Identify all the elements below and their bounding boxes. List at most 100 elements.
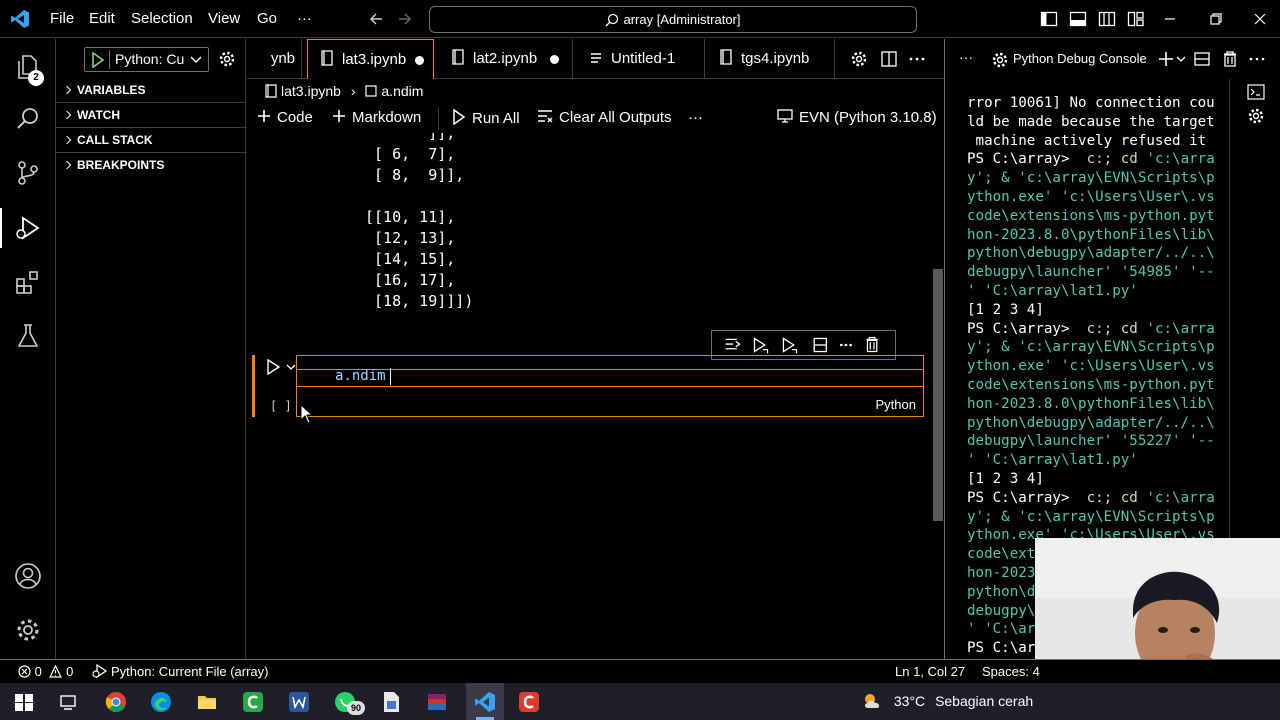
execute-above-icon[interactable] [725,338,741,350]
tab-tgs4[interactable]: tgs4.ipynb [707,39,835,79]
editor-scrollbar[interactable] [933,269,943,521]
windows-start-icon[interactable] [13,691,35,713]
customize-layout-icon[interactable] [1127,10,1145,28]
weather-widget[interactable]: 33°C Sebagian cerah [862,692,1033,710]
new-terminal-icon[interactable] [1158,51,1174,67]
section-watch[interactable]: WATCH [56,103,246,128]
document-app-icon[interactable] [380,691,402,713]
kernel-label: EVN (Python 3.10.8) [799,109,937,126]
more-cell-actions-icon[interactable] [839,343,852,347]
gear-icon[interactable] [850,50,868,68]
gear-icon[interactable] [218,50,236,68]
add-markdown-cell-button[interactable]: Markdown [332,109,421,126]
problems-indicator[interactable]: 0 0 [18,664,73,679]
testing-activity[interactable] [14,322,42,350]
toggle-primary-sidebar-icon[interactable] [1040,10,1058,28]
toolbar-more-button[interactable]: ··· [688,109,703,126]
manage-activity[interactable] [14,616,42,644]
restore-icon[interactable] [1207,10,1225,28]
command-center-search[interactable]: array [Administrator] [429,6,917,33]
breadcrumb-file[interactable]: lat3.ipynb [281,83,341,99]
close-window-icon[interactable] [1251,10,1269,28]
menu-file[interactable]: File [50,10,74,27]
add-code-cell-button[interactable]: Code [257,109,313,126]
vscode-taskbar-active[interactable] [466,683,504,720]
panel-more-button[interactable]: ··· [959,49,973,65]
search-icon [606,13,619,27]
cell-code[interactable]: a.ndim [335,368,386,384]
search-activity[interactable] [14,105,42,133]
menu-more[interactable]: ··· [297,10,312,27]
execute-cell-icon[interactable] [782,337,798,354]
run-all-button[interactable]: Run All [452,108,520,127]
error-count: 0 [34,664,42,679]
camtasia-red-icon[interactable] [518,691,540,713]
start-debugging-icon[interactable] [91,52,105,68]
toggle-secondary-sidebar-icon[interactable] [1098,10,1116,28]
run-cell-icon[interactable] [266,358,296,376]
section-breakpoints[interactable]: BREAKPOINTS [56,153,246,178]
forward-arrow-icon[interactable] [397,11,413,27]
cursor-position[interactable]: Ln 1, Col 27 [895,664,965,679]
menu-selection[interactable]: Selection [131,10,193,27]
debug-gear-icon[interactable] [1247,107,1265,125]
cell-output: ]], [ 6, 7], [ 8, 9]], [[10, 11], [12, 1… [247,133,937,333]
status-bar: 0 0 Python: Current File (array) Ln 1, C… [0,659,1280,683]
cell-language[interactable]: Python [876,397,916,412]
menu-go[interactable]: Go [257,10,277,27]
debug-config-select[interactable]: Python: Cu [84,47,209,72]
tab-label: ynb [270,50,295,67]
minimize-icon[interactable] [1161,10,1179,28]
editor-area: ynb lat3.ipynb lat2.ipynb Untitled-1 tgs… [247,39,944,659]
terminal-icon[interactable] [1247,84,1265,100]
unsaved-dot-icon[interactable] [550,55,559,64]
camtasia-green-icon[interactable] [242,691,264,713]
section-call-stack[interactable]: CALL STACK [56,128,246,153]
tab-lat3[interactable]: lat3.ipynb [307,39,434,79]
menu-view[interactable]: View [208,10,240,27]
split-terminal-icon[interactable] [1194,51,1210,67]
source-control-activity[interactable] [14,159,42,187]
extensions-badge: 2 [28,70,44,86]
toggle-panel-icon[interactable] [1069,10,1087,28]
panel-title[interactable]: Python Debug Console [1013,51,1147,66]
code-cell[interactable]: [ ] a.ndim Python [252,355,926,417]
tab-untitled[interactable]: Untitled-1 [577,39,705,79]
tab-partial[interactable]: ynb [247,39,302,79]
clear-outputs-button[interactable]: Clear All Outputs [537,109,672,126]
more-actions-icon[interactable] [1249,51,1265,67]
chevron-down-icon[interactable] [1176,54,1186,64]
task-view-icon[interactable] [57,691,79,713]
gear-icon [992,52,1008,68]
tab-label: lat2.ipynb [473,50,538,67]
output-text: ]], [ 6, 7], [ 8, 9]], [[10, 11], [12, 1… [365,133,474,310]
trash-icon[interactable] [1222,51,1238,67]
word-icon[interactable] [288,691,310,713]
chrome-icon[interactable] [105,691,127,713]
split-editor-icon[interactable] [880,50,898,68]
accounts-activity[interactable] [14,562,42,590]
run-debug-activity[interactable] [0,208,42,248]
unsaved-dot-icon[interactable] [415,56,424,65]
debug-config-status[interactable]: Python: Current File (array) [92,663,269,679]
section-variables[interactable]: VARIABLES [56,78,246,103]
extensions-icon [16,271,38,294]
tab-lat2[interactable]: lat2.ipynb [439,39,573,79]
vscode-logo-icon [11,10,29,28]
edge-icon[interactable] [150,691,172,713]
indentation[interactable]: Spaces: 4 [982,664,1040,679]
menu-edit[interactable]: Edit [89,10,115,27]
temperature: 33°C [893,693,926,709]
execute-cell-and-below-icon[interactable] [753,337,769,354]
breadcrumb-symbol[interactable]: a.ndim [381,83,423,99]
back-arrow-icon[interactable] [368,11,384,27]
winrar-icon[interactable] [426,691,448,713]
file-explorer-icon[interactable] [196,691,218,713]
more-actions-icon[interactable] [908,50,926,68]
kernel-icon [777,109,793,123]
delete-cell-icon[interactable] [866,336,878,353]
kernel-picker[interactable]: EVN (Python 3.10.8) [777,109,937,126]
split-cell-icon[interactable] [813,337,828,353]
extensions-activity[interactable] [14,268,42,296]
explorer-activity[interactable]: 2 [14,53,44,86]
